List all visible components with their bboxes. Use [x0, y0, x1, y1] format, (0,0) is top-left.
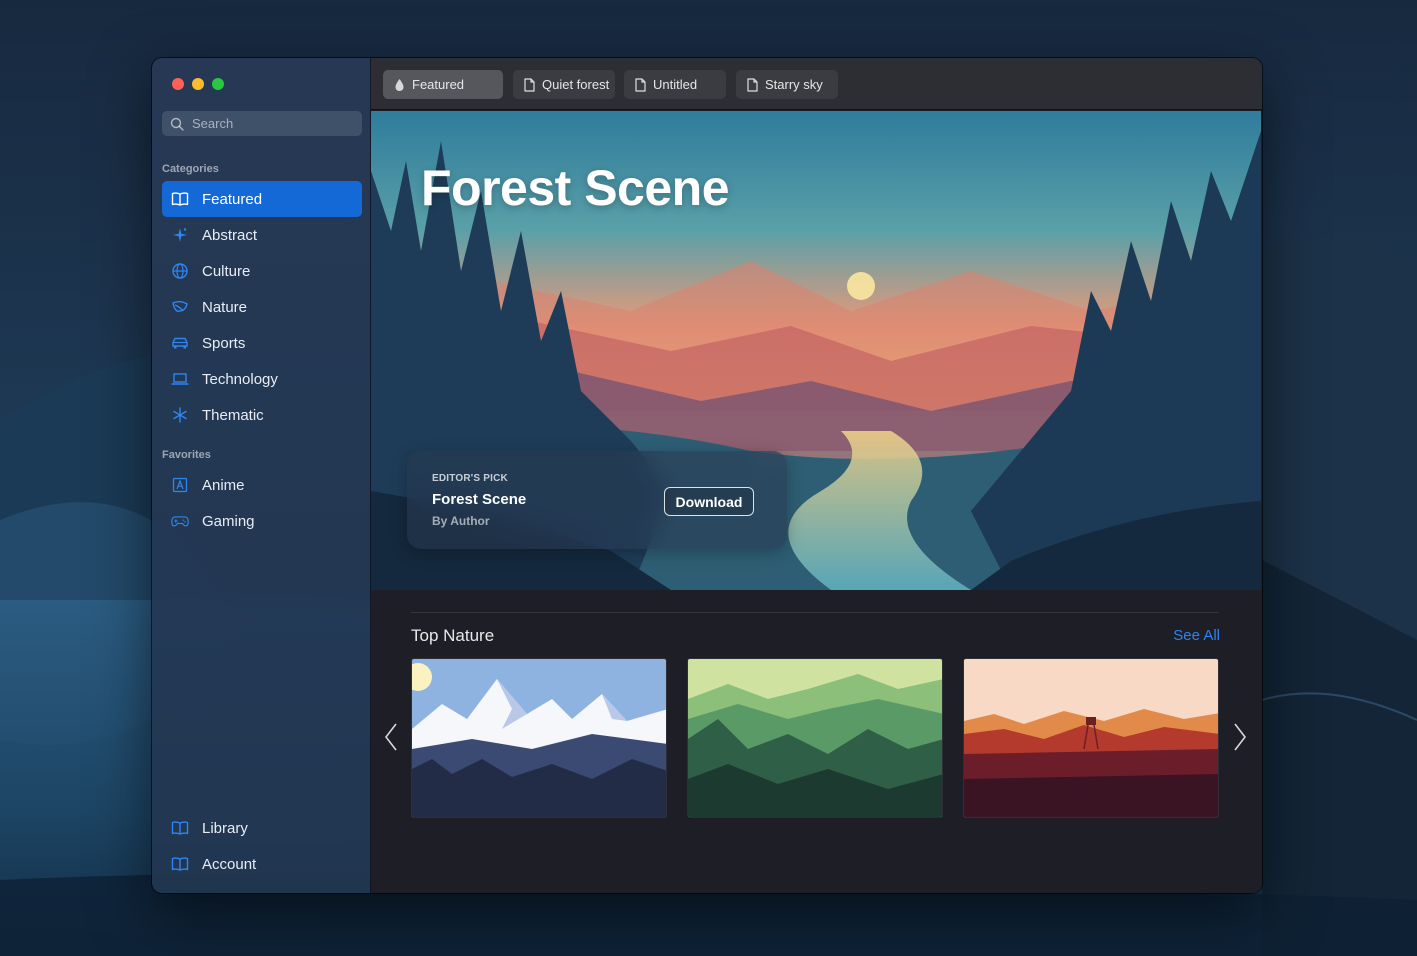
document-icon: [635, 77, 646, 92]
editors-pick-author: By Author: [432, 514, 490, 528]
sidebar-item-technology[interactable]: Technology: [162, 361, 362, 397]
sidebar-item-library[interactable]: Library: [162, 810, 362, 846]
sidebar-item-label: Thematic: [202, 406, 264, 424]
sidebar-item-thematic[interactable]: Thematic: [162, 397, 362, 433]
sidebar-item-nature[interactable]: Nature: [162, 289, 362, 325]
tab-label: Starry sky: [765, 77, 823, 92]
book-icon: [171, 190, 189, 208]
drop-icon: [395, 78, 404, 91]
app-window: Categories Featured Abstract Culture: [152, 58, 1262, 893]
download-button[interactable]: Download: [664, 487, 754, 516]
section-label-favorites: Favorites: [162, 449, 211, 461]
sidebar-item-label: Library: [202, 819, 248, 837]
hero-title: Forest Scene: [421, 160, 730, 216]
document-icon: [524, 77, 535, 92]
letter-a-icon: [171, 476, 189, 494]
sidebar-item-sports[interactable]: Sports: [162, 325, 362, 361]
tab-featured[interactable]: Featured: [383, 70, 503, 99]
leaf-icon: [171, 298, 189, 316]
gamecontroller-icon: [171, 512, 189, 530]
search-field[interactable]: [162, 111, 362, 136]
sidebar-item-label: Gaming: [202, 512, 255, 530]
laptop-icon: [171, 370, 189, 388]
minimize-window-button[interactable]: [192, 78, 204, 90]
search-input[interactable]: [192, 116, 352, 131]
section-divider: [411, 612, 1219, 613]
sidebar-item-anime[interactable]: Anime: [162, 467, 362, 503]
see-all-link[interactable]: See All: [1173, 627, 1220, 644]
sidebar-item-account[interactable]: Account: [162, 846, 362, 882]
hero-banner: Forest Scene EDITOR'S PICK Forest Scene …: [371, 111, 1261, 590]
sidebar: Categories Featured Abstract Culture: [152, 58, 371, 893]
sidebar-item-label: Featured: [202, 190, 263, 208]
sidebar-item-abstract[interactable]: Abstract: [162, 217, 362, 253]
search-icon: [170, 117, 184, 131]
sidebar-item-gaming[interactable]: Gaming: [162, 503, 362, 539]
window-controls: [172, 78, 224, 90]
thumbnail-snowy-mountains[interactable]: [411, 658, 667, 818]
document-icon: [747, 77, 758, 92]
thumbnail-red-watchtower[interactable]: [963, 658, 1219, 818]
editors-pick-label: EDITOR'S PICK: [432, 473, 508, 484]
carousel-previous-button[interactable]: [384, 722, 398, 752]
tab-label: Quiet forest: [542, 77, 610, 92]
tab-quiet-forest[interactable]: Quiet forest: [513, 70, 615, 99]
sidebar-item-label: Sports: [202, 334, 246, 352]
sidebar-item-label: Account: [202, 855, 257, 873]
sidebar-item-label: Culture: [202, 262, 251, 280]
car-icon: [171, 334, 189, 352]
categories-list: Featured Abstract Culture Nature Sports …: [162, 181, 362, 433]
close-window-button[interactable]: [172, 78, 184, 90]
tab-untitled[interactable]: Untitled: [624, 70, 726, 99]
carousel-next-button[interactable]: [1233, 722, 1247, 752]
main-content: Featured Quiet forest Untitled Starry sk…: [371, 58, 1262, 893]
editors-pick-title: Forest Scene: [432, 491, 527, 508]
tab-starry-sky[interactable]: Starry sky: [736, 70, 838, 99]
tab-label: Untitled: [653, 77, 698, 92]
favorites-list: Anime Gaming: [162, 467, 362, 539]
chevron-right-icon: [1234, 723, 1247, 751]
book-icon: [171, 819, 189, 837]
tab-bar: Featured Quiet forest Untitled Starry sk…: [371, 58, 1262, 110]
snowflake-icon: [171, 406, 189, 424]
sidebar-item-culture[interactable]: Culture: [162, 253, 362, 289]
zoom-window-button[interactable]: [212, 78, 224, 90]
chevron-left-icon: [384, 723, 397, 751]
sidebar-item-label: Anime: [202, 476, 245, 494]
sparkles-icon: [171, 226, 189, 244]
thumbnail-green-valley[interactable]: [687, 658, 943, 818]
tab-label: Featured: [412, 77, 465, 92]
sidebar-item-label: Nature: [202, 298, 248, 316]
sidebar-item-featured[interactable]: Featured: [162, 181, 362, 217]
sidebar-item-label: Abstract: [202, 226, 258, 244]
section-label-categories: Categories: [162, 163, 219, 175]
book-icon: [171, 855, 189, 873]
top-nature-title: Top Nature: [411, 626, 495, 645]
editors-pick-card: EDITOR'S PICK Forest Scene By Author Dow…: [407, 451, 787, 549]
globe-icon: [171, 262, 189, 280]
sidebar-item-label: Technology: [202, 370, 278, 388]
sidebar-bottom-list: Library Account: [162, 810, 362, 882]
